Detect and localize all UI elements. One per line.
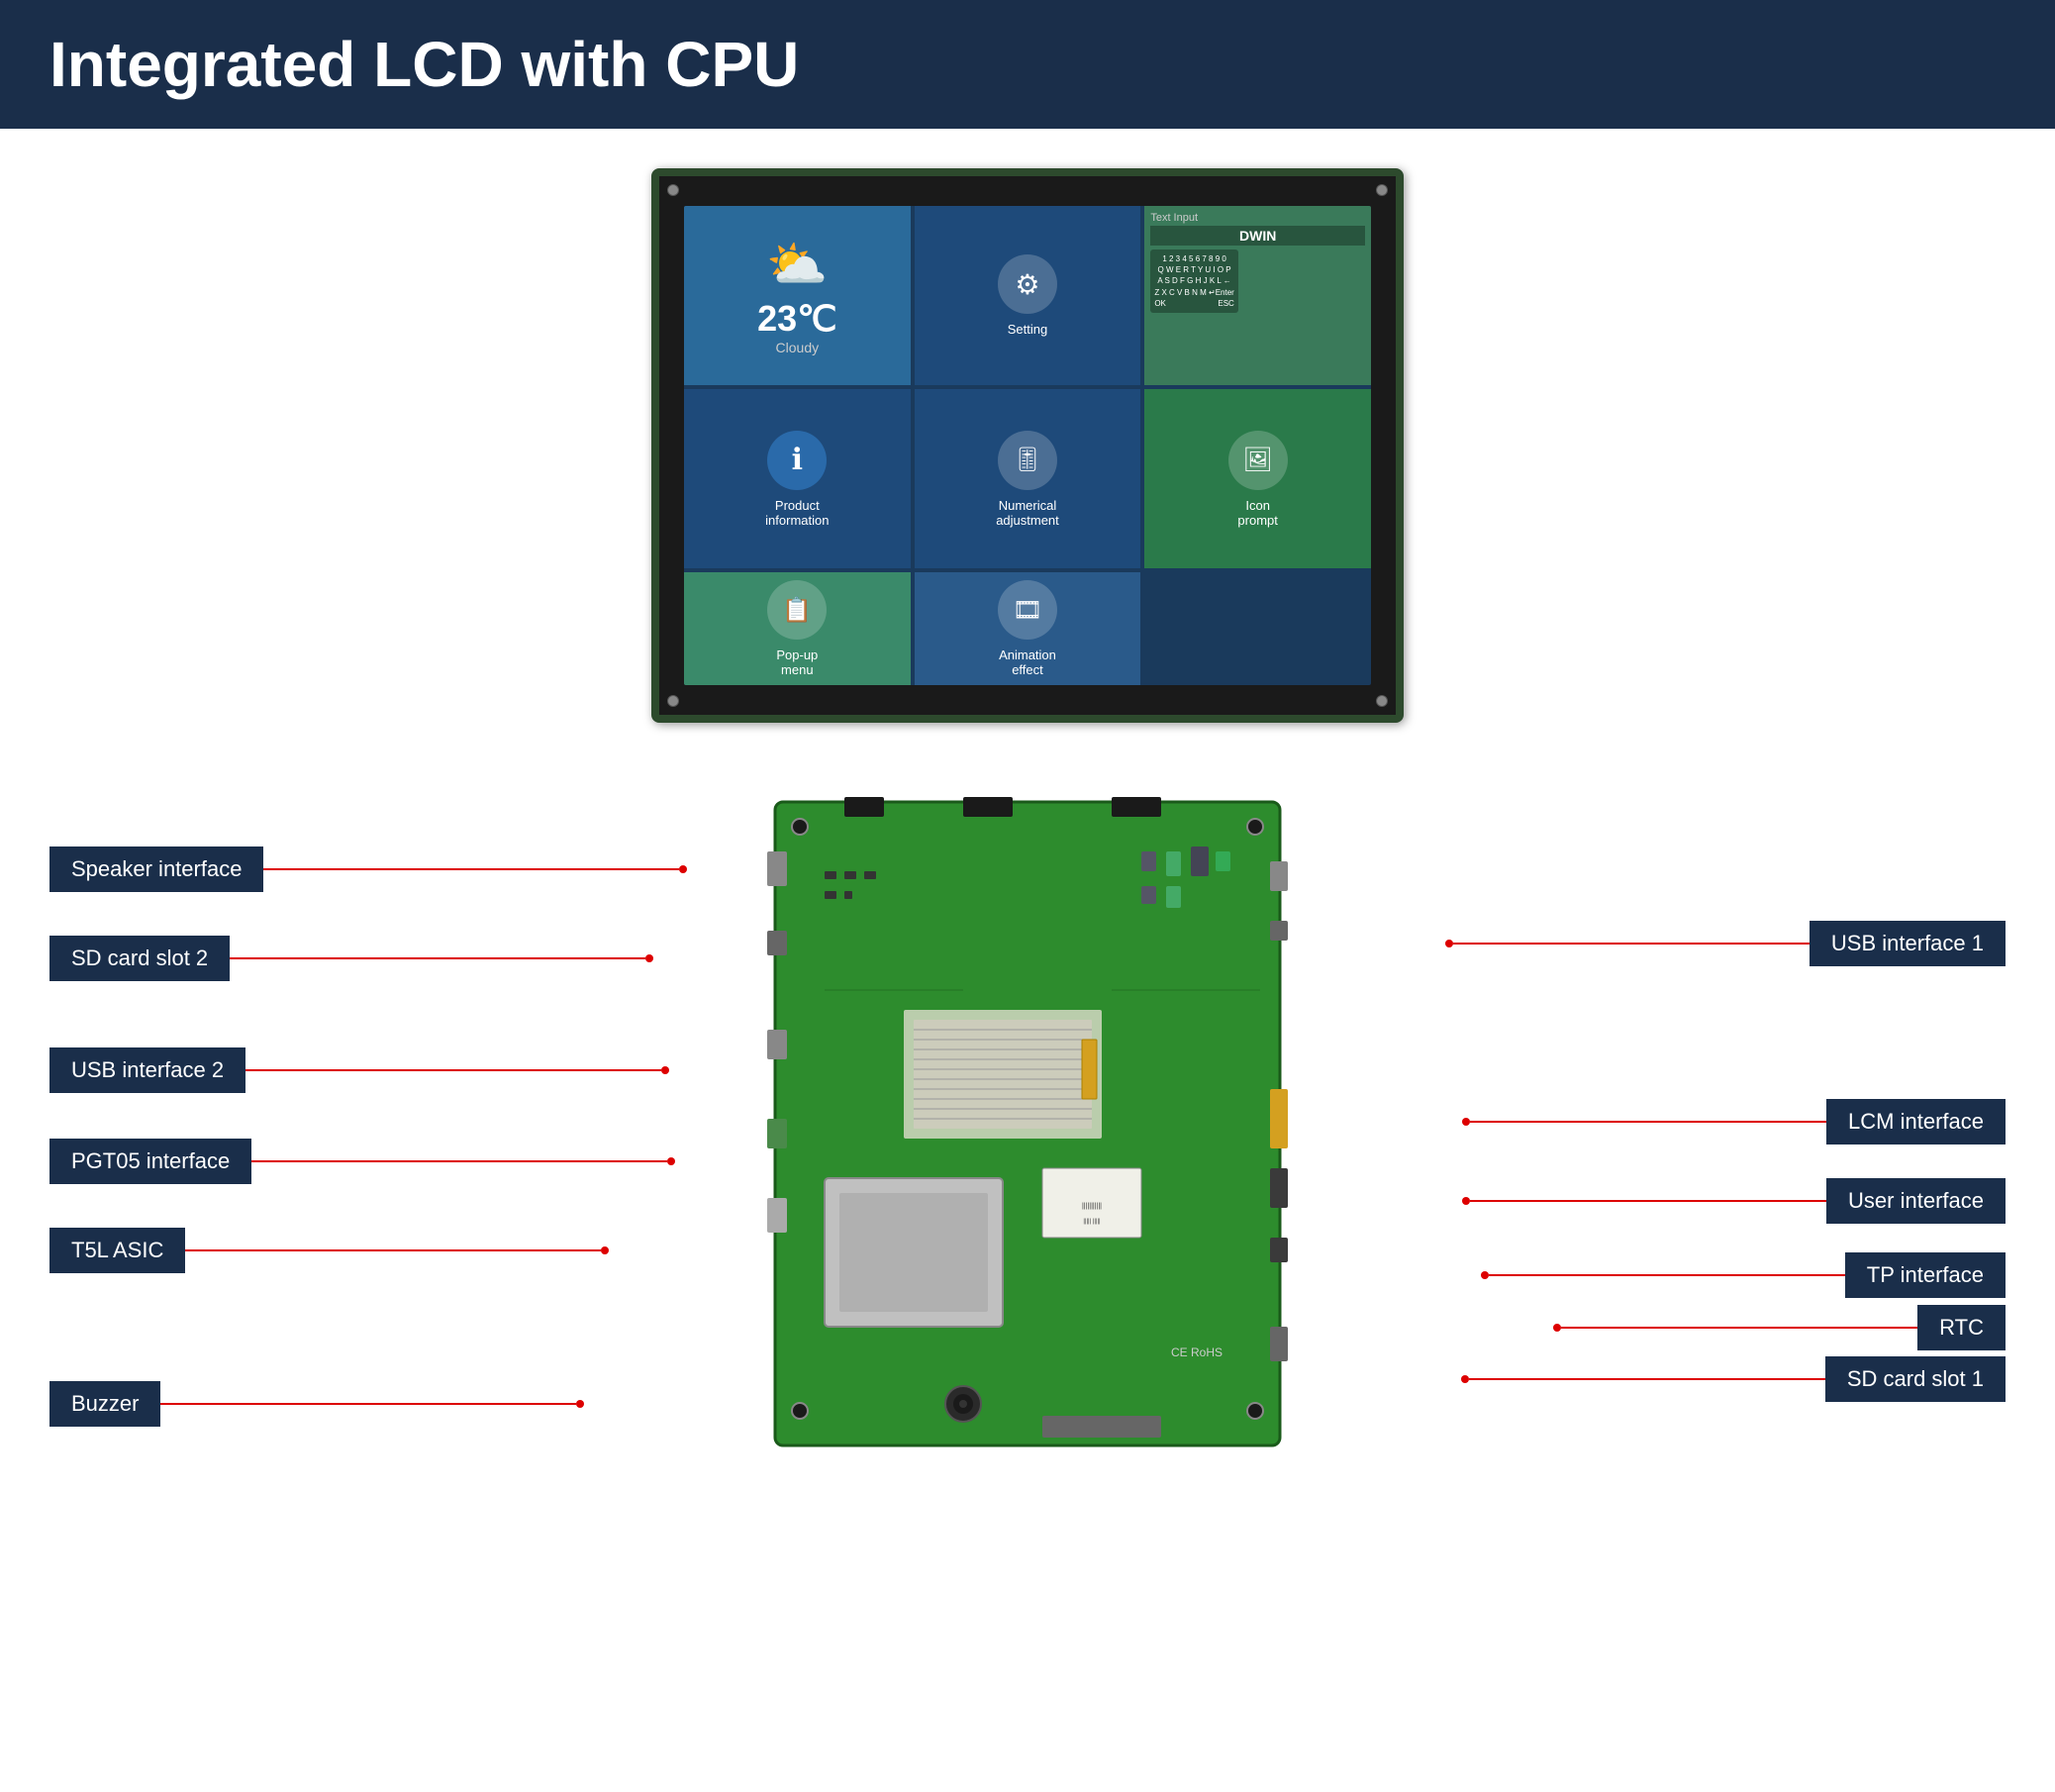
lcm-label: LCM interface	[1826, 1099, 2006, 1145]
text-input-value: DWIN	[1150, 226, 1365, 246]
page-title: Integrated LCD with CPU	[49, 28, 2006, 101]
usb-1-label: USB interface 1	[1810, 921, 2006, 966]
annotation-usb-2: USB interface 2	[49, 1047, 669, 1093]
annotation-sd-card-2: SD card slot 2	[49, 936, 653, 981]
tp-dot	[1481, 1271, 1489, 1279]
usb-1-dot	[1445, 940, 1453, 947]
annotation-tp: TP interface	[1481, 1252, 2006, 1298]
annotation-speaker-interface: Speaker interface	[49, 846, 687, 892]
lcd-cell-product: ℹ Productinformation	[684, 389, 911, 568]
lcd-cell-animation: 🎞 Animationeffect	[915, 572, 1141, 685]
setting-icon: ⚙	[998, 254, 1057, 314]
t5l-line	[185, 1249, 601, 1251]
popup-icon: 📋	[767, 580, 827, 640]
pcb-section: ||||||||||| ||||| ||||| CE RoHS	[49, 782, 2006, 1525]
lcd-frame: ⚙ Setting Text Input DWIN 1 2 3 4 5 6 7 …	[651, 168, 1404, 723]
animation-icon: 🎞	[998, 580, 1057, 640]
lcd-cell-setting: ⚙ Setting	[915, 206, 1141, 385]
usb-2-dot	[661, 1066, 669, 1074]
lcd-cell-icon-prompt: 🖼 Iconprompt	[1144, 389, 1371, 568]
annotation-buzzer: Buzzer	[49, 1381, 584, 1427]
usb-2-label: USB interface 2	[49, 1047, 245, 1093]
buzzer-dot	[576, 1400, 584, 1408]
speaker-dot	[679, 865, 687, 873]
temperature-display: 23℃	[757, 298, 836, 340]
sd-card-1-line	[1469, 1378, 1825, 1380]
user-interface-label: User interface	[1826, 1178, 2006, 1224]
svg-text:||||| |||||: ||||| |||||	[1083, 1219, 1101, 1225]
sd-card-1-dot	[1461, 1375, 1469, 1383]
annotation-sd-card-1: SD card slot 1	[1461, 1356, 2006, 1402]
rtc-line	[1561, 1327, 1917, 1329]
setting-label: Setting	[1008, 322, 1047, 337]
buzzer-label: Buzzer	[49, 1381, 160, 1427]
annotation-rtc: RTC	[1553, 1305, 2006, 1350]
pcb-board-container: ||||||||||| ||||| ||||| CE RoHS	[765, 792, 1290, 1460]
lcd-cell-text-input: Text Input DWIN 1 2 3 4 5 6 7 8 9 0 Q W …	[1144, 206, 1371, 385]
sd-card-2-label: SD card slot 2	[49, 936, 230, 981]
t5l-dot	[601, 1246, 609, 1254]
pgt05-dot	[667, 1157, 675, 1165]
popup-label: Pop-upmenu	[776, 647, 818, 677]
annotation-lcm: LCM interface	[1462, 1099, 2006, 1145]
rtc-label: RTC	[1917, 1305, 2006, 1350]
page-header: Integrated LCD with CPU	[0, 0, 2055, 129]
t5l-label: T5L ASIC	[49, 1228, 185, 1273]
product-label: Productinformation	[765, 498, 829, 528]
svg-text:|||||||||||: |||||||||||	[1082, 1203, 1102, 1210]
annotation-t5l: T5L ASIC	[49, 1228, 609, 1273]
speaker-line	[263, 868, 679, 870]
main-content: ⚙ Setting Text Input DWIN 1 2 3 4 5 6 7 …	[0, 129, 2055, 1564]
lcd-cell-numerical: 🎚 Numericaladjustment	[915, 389, 1141, 568]
buzzer-line	[160, 1403, 576, 1405]
rtc-dot	[1553, 1324, 1561, 1332]
numerical-icon: 🎚	[998, 431, 1057, 490]
usb-2-line	[245, 1069, 661, 1071]
lcd-screen: ⚙ Setting Text Input DWIN 1 2 3 4 5 6 7 …	[684, 206, 1371, 685]
annotation-usb-1: USB interface 1	[1445, 921, 2006, 966]
icon-prompt-icon: 🖼	[1228, 431, 1288, 490]
keyboard-grid: 1 2 3 4 5 6 7 8 9 0 Q W E R T Y U I O P …	[1150, 249, 1238, 313]
lcd-cell-popup: 📋 Pop-upmenu	[684, 572, 911, 685]
lcm-line	[1470, 1121, 1826, 1123]
lcd-display-section: ⚙ Setting Text Input DWIN 1 2 3 4 5 6 7 …	[49, 168, 2006, 723]
usb-1-line	[1453, 943, 1810, 945]
annotation-pgt05: PGT05 interface	[49, 1139, 675, 1184]
pgt05-line	[251, 1160, 667, 1162]
animation-label: Animationeffect	[999, 647, 1056, 677]
tp-label: TP interface	[1845, 1252, 2006, 1298]
product-icon: ℹ	[767, 431, 827, 490]
user-interface-line	[1470, 1200, 1826, 1202]
numerical-label: Numericaladjustment	[996, 498, 1059, 528]
sd-card-1-label: SD card slot 1	[1825, 1356, 2006, 1402]
lcm-dot	[1462, 1118, 1470, 1126]
text-input-label: Text Input	[1150, 212, 1198, 224]
weather-icon: ⛅	[766, 236, 828, 294]
speaker-interface-label: Speaker interface	[49, 846, 263, 892]
sd-card-2-dot	[645, 954, 653, 962]
tp-line	[1489, 1274, 1845, 1276]
pcb-svg: ||||||||||| ||||| ||||| CE RoHS	[765, 792, 1290, 1455]
sd-card-2-line	[230, 957, 645, 959]
user-interface-dot	[1462, 1197, 1470, 1205]
icon-prompt-label: Iconprompt	[1237, 498, 1277, 528]
annotation-user-interface: User interface	[1462, 1178, 2006, 1224]
svg-text:CE RoHS: CE RoHS	[1171, 1345, 1223, 1359]
pgt05-label: PGT05 interface	[49, 1139, 251, 1184]
lcd-cell-weather: ⛅ 23℃ Cloudy	[684, 206, 911, 385]
weather-condition: Cloudy	[776, 340, 820, 355]
